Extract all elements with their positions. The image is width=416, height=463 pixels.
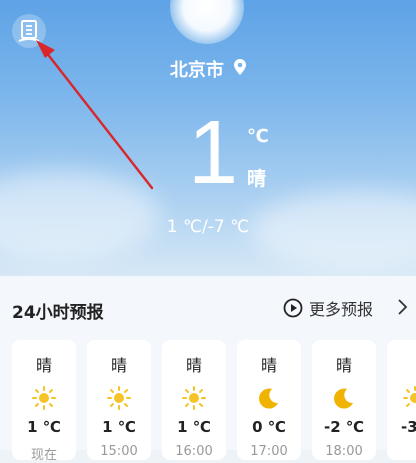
hourly-card-partial[interactable]: -3 — [387, 340, 416, 460]
city-label: 北京市 — [169, 60, 224, 81]
hourly-card[interactable]: 晴 1 ℃ 现在 — [12, 340, 76, 463]
hourly-temperature: 1 ℃ — [27, 418, 61, 436]
hourly-temperature: -2 ℃ — [323, 418, 365, 436]
chevron-right-icon[interactable] — [396, 298, 408, 316]
cloud-decoration — [0, 170, 160, 260]
hourly-time: 18:00 — [325, 444, 363, 459]
hourly-time: 现在 — [30, 448, 57, 463]
hourly-condition: 晴 — [35, 356, 52, 375]
city-manage-button[interactable] — [12, 14, 46, 48]
current-condition: 晴 — [247, 168, 267, 190]
weather-hero: 北京市 1 ℃ 晴 1 ℃/-7 ℃ — [0, 0, 416, 276]
hourly-condition: 晴 — [110, 356, 127, 375]
sun-icon — [182, 386, 206, 410]
sun-icon — [107, 386, 131, 410]
building-list-icon — [18, 20, 40, 42]
hourly-condition: 晴 — [335, 356, 352, 375]
moon-icon — [259, 388, 278, 409]
sun-icon — [32, 386, 56, 410]
current-temperature: 1 — [188, 103, 239, 203]
hourly-card[interactable]: 晴 0 ℃ 17:00 — [237, 340, 301, 460]
hourly-card[interactable]: 晴 1 ℃ 16:00 — [162, 340, 226, 460]
city-name[interactable]: 北京市 — [0, 56, 416, 82]
hourly-time: 16:00 — [175, 444, 213, 459]
location-pin-icon — [234, 59, 247, 80]
hourly-condition: 晴 — [260, 356, 277, 375]
moon-icon — [334, 388, 353, 409]
hourly-temperature: 1 ℃ — [177, 418, 211, 436]
hourly-card[interactable]: 晴 1 ℃ 15:00 — [87, 340, 151, 460]
forecast-title: 24小时预报 — [12, 303, 104, 323]
hourly-condition: 晴 — [185, 356, 202, 375]
more-forecast-label: 更多预报 — [309, 300, 374, 319]
more-forecast-button[interactable]: 更多预报 — [283, 296, 373, 320]
sun-glow — [170, 0, 244, 44]
hourly-time: 15:00 — [100, 444, 138, 459]
play-circle-icon — [283, 298, 303, 318]
hourly-temperature: 0 ℃ — [252, 418, 286, 436]
temperature-unit: ℃ — [247, 126, 269, 147]
temperature-range: 1 ℃/-7 ℃ — [166, 217, 250, 237]
hourly-temperature: 1 ℃ — [102, 418, 136, 436]
sun-icon — [403, 386, 416, 407]
hourly-temperature: -3 — [401, 418, 416, 436]
hourly-card[interactable]: 晴 -2 ℃ 18:00 — [312, 340, 376, 460]
hourly-time: 17:00 — [250, 444, 288, 459]
